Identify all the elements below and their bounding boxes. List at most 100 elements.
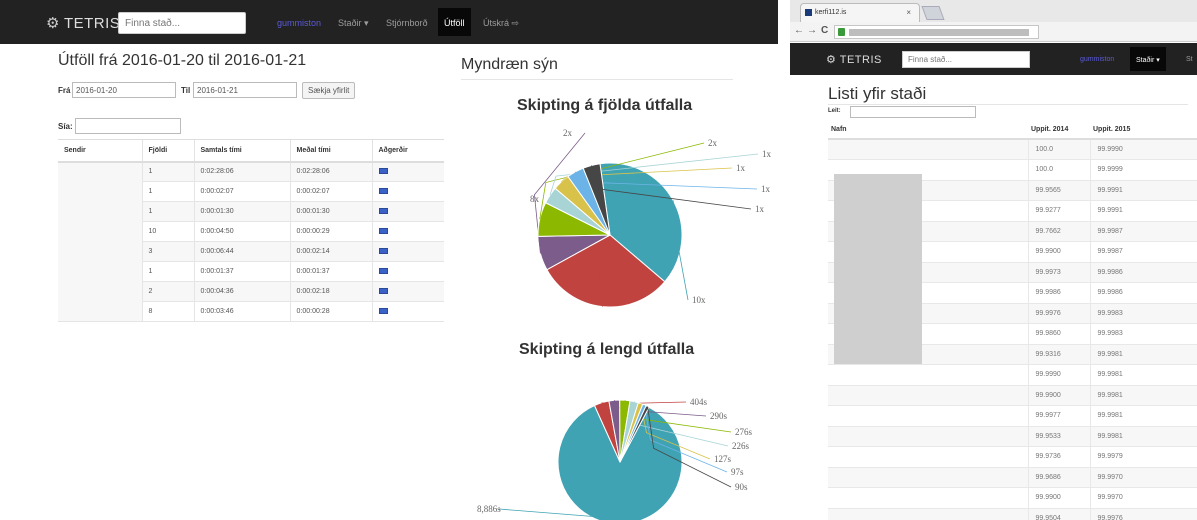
uptime-2014-cell: 99.9277 xyxy=(1027,200,1090,222)
uptime-2014-cell: 99.9977 xyxy=(1027,405,1090,427)
total-time-cell: 0:00:06:44 xyxy=(193,241,290,262)
column-header-actions[interactable]: Aðgerðir xyxy=(371,139,444,163)
table-header-row: Nafn Uppit. 2014 Uppit. 2015 xyxy=(828,120,1197,140)
to-label: Til xyxy=(181,86,191,95)
site-name-cell[interactable] xyxy=(828,385,1028,406)
column-header-average[interactable]: Meðal tími xyxy=(289,139,372,163)
details-icon[interactable] xyxy=(378,167,388,174)
user-link[interactable]: gummiston xyxy=(277,18,321,28)
details-icon[interactable] xyxy=(378,307,388,314)
uptime-2015-cell: 99.9991 xyxy=(1089,200,1197,222)
pie-slice-label: 2x xyxy=(563,128,573,138)
tab-title: kerfi112.is xyxy=(815,9,847,16)
address-redacted xyxy=(849,29,1029,36)
to-date-input[interactable] xyxy=(193,82,297,98)
outages-table: Sendir Fjöldi Samtals tími Meðal tími Að… xyxy=(58,139,444,322)
site-name-cell[interactable] xyxy=(828,364,1028,386)
browser-tab[interactable]: kerfi112.is × xyxy=(800,3,920,22)
reload-icon[interactable]: C xyxy=(821,25,828,36)
filter-input[interactable] xyxy=(75,118,181,134)
uptime-2015-cell: 99.9981 xyxy=(1089,344,1197,365)
actions-cell xyxy=(371,241,444,262)
uptime-2015-cell: 99.9970 xyxy=(1089,487,1197,509)
brand-link[interactable]: ⚙ TETRIS xyxy=(826,53,882,66)
table-row[interactable]: 100.0 99.9990 xyxy=(828,139,1197,160)
details-icon[interactable] xyxy=(378,247,388,254)
search-label: Leit: xyxy=(828,108,841,114)
table-row[interactable]: 99.9686 99.9970 xyxy=(828,467,1197,488)
actions-cell xyxy=(371,301,444,322)
count-cell: 2 xyxy=(141,281,194,302)
details-icon[interactable] xyxy=(378,187,388,194)
uptime-2014-cell: 99.9504 xyxy=(1027,508,1090,520)
actions-cell xyxy=(371,261,444,282)
table-row[interactable]: 99.9900 99.9981 xyxy=(828,385,1197,406)
total-time-cell: 0:00:03:46 xyxy=(193,301,290,322)
user-link[interactable]: gummiston xyxy=(1080,56,1114,63)
brand-link[interactable]: ⚙ TETRIS xyxy=(46,14,120,32)
address-bar[interactable] xyxy=(834,25,1039,39)
pie-slice-label: 10x xyxy=(692,295,706,305)
close-tab-icon[interactable]: × xyxy=(906,8,911,17)
details-icon[interactable] xyxy=(378,267,388,274)
column-header-total[interactable]: Samtals tími xyxy=(193,139,290,163)
uptime-2015-cell: 99.9981 xyxy=(1089,405,1197,427)
column-header-uptime-2015[interactable]: Uppit. 2015 xyxy=(1090,120,1197,140)
uptime-2014-cell: 99.9900 xyxy=(1027,241,1090,263)
forward-icon[interactable]: → xyxy=(807,25,817,36)
column-header-count[interactable]: Fjöldi xyxy=(141,139,194,163)
from-date-input[interactable] xyxy=(72,82,176,98)
from-label: Frá xyxy=(58,86,71,95)
total-time-cell: 0:00:04:36 xyxy=(193,281,290,302)
uptime-2014-cell: 99.9900 xyxy=(1027,385,1090,406)
column-header-sender[interactable]: Sendir xyxy=(58,139,142,163)
nav-more-link[interactable]: St xyxy=(1186,56,1193,63)
site-name-cell[interactable] xyxy=(828,487,1028,509)
pie-slice-label: 276s xyxy=(735,427,753,437)
nav-sites-dropdown[interactable]: Staðir ▾ xyxy=(338,18,369,29)
table-row[interactable]: 99.9533 99.9981 xyxy=(828,426,1197,447)
pie-slice-label: 226s xyxy=(732,441,750,451)
fetch-report-button[interactable]: Sækja yfirlit xyxy=(302,82,356,99)
outages-title: Útföll frá 2016-01-20 til 2016-01-21 xyxy=(58,52,307,69)
site-search-input[interactable] xyxy=(118,12,246,34)
site-name-cell[interactable] xyxy=(828,139,1028,160)
site-search-input[interactable] xyxy=(902,51,1030,68)
average-time-cell: 0:00:00:29 xyxy=(289,221,372,242)
site-names-redacted xyxy=(834,174,922,364)
uptime-2014-cell: 99.9736 xyxy=(1027,446,1090,468)
average-time-cell: 0:02:28:06 xyxy=(289,161,372,182)
total-time-cell: 0:00:02:07 xyxy=(193,181,290,202)
uptime-2015-cell: 99.9987 xyxy=(1089,221,1197,242)
details-icon[interactable] xyxy=(378,207,388,214)
column-header-uptime-2014[interactable]: Uppit. 2014 xyxy=(1028,120,1090,140)
table-row[interactable]: 99.9504 99.9976 xyxy=(828,508,1197,520)
details-icon[interactable] xyxy=(378,227,388,234)
column-header-name[interactable]: Nafn xyxy=(828,120,1028,140)
uptime-2014-cell: 99.9976 xyxy=(1027,303,1090,324)
new-tab-button[interactable] xyxy=(921,6,945,20)
table-row[interactable]: 99.9990 99.9981 xyxy=(828,364,1197,386)
nav-admin-link[interactable]: Stjórnborð xyxy=(386,18,428,28)
site-name-cell[interactable] xyxy=(828,446,1028,468)
brand-text: TETRIS xyxy=(63,15,121,32)
table-row[interactable]: 99.9977 99.9981 xyxy=(828,405,1197,427)
site-name-cell[interactable] xyxy=(828,426,1028,447)
sites-search-input[interactable] xyxy=(850,106,976,118)
nav-sites-dropdown[interactable]: Staðir ▾ xyxy=(1130,47,1166,71)
site-name-cell[interactable] xyxy=(828,508,1028,520)
site-name-cell[interactable] xyxy=(828,405,1028,427)
length-pie: 8,886s 404s290s 276s 226s127s 97s 90s xyxy=(477,397,753,520)
actions-cell xyxy=(371,201,444,222)
table-row[interactable]: 99.9900 99.9970 xyxy=(828,487,1197,509)
details-icon[interactable] xyxy=(378,287,388,294)
actions-cell xyxy=(371,221,444,242)
uptime-2014-cell: 99.9990 xyxy=(1027,364,1090,386)
table-row[interactable]: 99.9736 99.9979 xyxy=(828,446,1197,468)
uptime-2014-cell: 100.0 xyxy=(1027,159,1090,181)
uptime-2015-cell: 99.9981 xyxy=(1089,426,1197,447)
pie-slice-label: 127s xyxy=(714,454,732,464)
table-row: 1 0:02:28:06 0:02:28:06 xyxy=(58,161,444,322)
site-name-cell[interactable] xyxy=(828,467,1028,488)
back-icon[interactable]: ← xyxy=(794,25,804,36)
